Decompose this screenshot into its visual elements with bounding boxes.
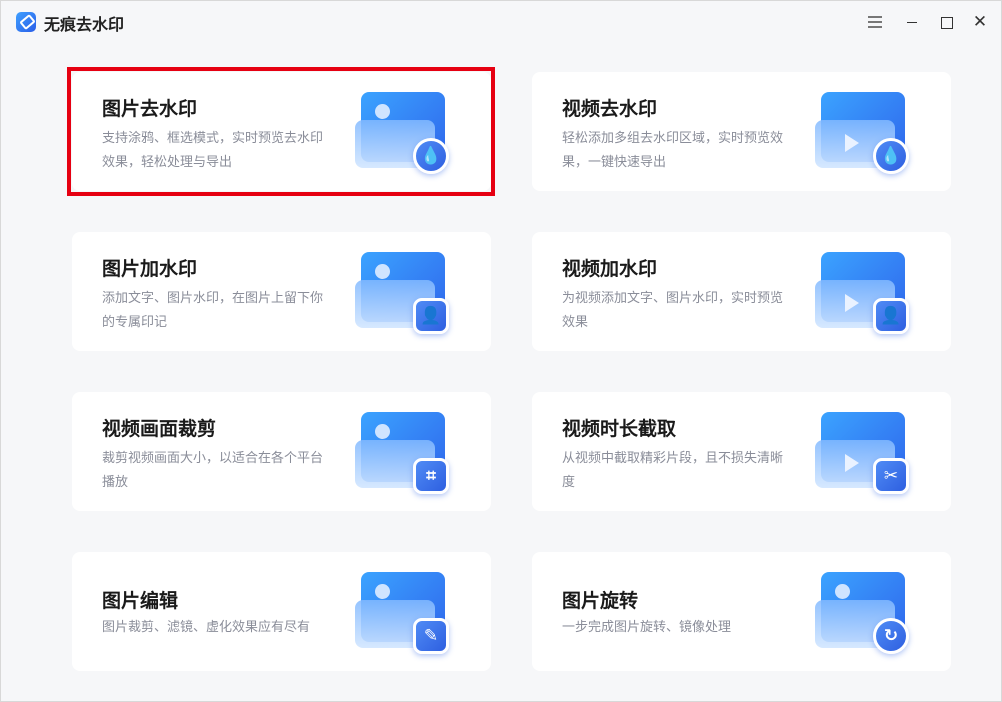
video-remove-watermark-icon: 💧 <box>815 90 911 174</box>
card-video-add-watermark[interactable]: 视频加水印 为视频添加文字、图片水印，实时预览效果 👤 <box>532 232 951 351</box>
card-title: 视频画面裁剪 <box>102 414 216 441</box>
badge-icon: ✂ <box>873 458 909 494</box>
card-description: 从视频中截取精彩片段，且不损失清晰度 <box>562 447 794 495</box>
card-image-edit[interactable]: 图片编辑 图片裁剪、滤镜、虚化效果应有尽有 ✎ <box>72 552 491 671</box>
card-title: 视频时长截取 <box>562 414 676 441</box>
badge-icon: ✎ <box>413 618 449 654</box>
video-trim-icon: ✂ <box>815 410 911 494</box>
image-rotate-icon: ↻ <box>815 570 911 654</box>
card-title: 视频去水印 <box>562 94 657 121</box>
video-crop-icon: ⌗ <box>355 410 451 494</box>
badge-icon: 💧 <box>873 138 909 174</box>
badge-icon: 💧 <box>413 138 449 174</box>
card-image-rotate[interactable]: 图片旋转 一步完成图片旋转、镜像处理 ↻ <box>532 552 951 671</box>
card-image-remove-watermark[interactable]: 图片去水印 支持涂鸦、框选模式，实时预览去水印效果，轻松处理与导出 💧 <box>72 72 491 191</box>
card-description: 一步完成图片旋转、镜像处理 <box>562 616 794 640</box>
badge-icon: 👤 <box>413 298 449 334</box>
minimize-button[interactable] <box>903 13 921 31</box>
card-title: 图片编辑 <box>102 586 178 613</box>
menu-button[interactable] <box>866 13 884 31</box>
image-remove-watermark-icon: 💧 <box>355 90 451 174</box>
image-add-watermark-icon: 👤 <box>355 250 451 334</box>
close-button[interactable]: ✕ <box>971 13 989 31</box>
card-title: 图片旋转 <box>562 586 638 613</box>
card-video-crop[interactable]: 视频画面裁剪 裁剪视频画面大小，以适合在各个平台播放 ⌗ <box>72 392 491 511</box>
card-title: 视频加水印 <box>562 254 657 281</box>
badge-icon: ↻ <box>873 618 909 654</box>
card-description: 图片裁剪、滤镜、虚化效果应有尽有 <box>102 616 334 640</box>
app-title: 无痕去水印 <box>44 11 124 35</box>
card-description: 轻松添加多组去水印区域，实时预览效果，一键快速导出 <box>562 127 794 175</box>
card-video-trim[interactable]: 视频时长截取 从视频中截取精彩片段，且不损失清晰度 ✂ <box>532 392 951 511</box>
maximize-button[interactable] <box>937 13 955 31</box>
image-edit-icon: ✎ <box>355 570 451 654</box>
card-description: 裁剪视频画面大小，以适合在各个平台播放 <box>102 447 334 495</box>
video-add-watermark-icon: 👤 <box>815 250 911 334</box>
app-logo-icon <box>16 12 36 32</box>
card-description: 为视频添加文字、图片水印，实时预览效果 <box>562 287 794 335</box>
badge-icon: ⌗ <box>413 458 449 494</box>
card-title: 图片加水印 <box>102 254 197 281</box>
card-video-remove-watermark[interactable]: 视频去水印 轻松添加多组去水印区域，实时预览效果，一键快速导出 💧 <box>532 72 951 191</box>
title-bar: 无痕去水印 ✕ <box>1 1 1002 43</box>
card-title: 图片去水印 <box>102 94 197 121</box>
badge-icon: 👤 <box>873 298 909 334</box>
card-image-add-watermark[interactable]: 图片加水印 添加文字、图片水印，在图片上留下你的专属印记 👤 <box>72 232 491 351</box>
card-description: 添加文字、图片水印，在图片上留下你的专属印记 <box>102 287 334 335</box>
card-description: 支持涂鸦、框选模式，实时预览去水印效果，轻松处理与导出 <box>102 127 334 175</box>
